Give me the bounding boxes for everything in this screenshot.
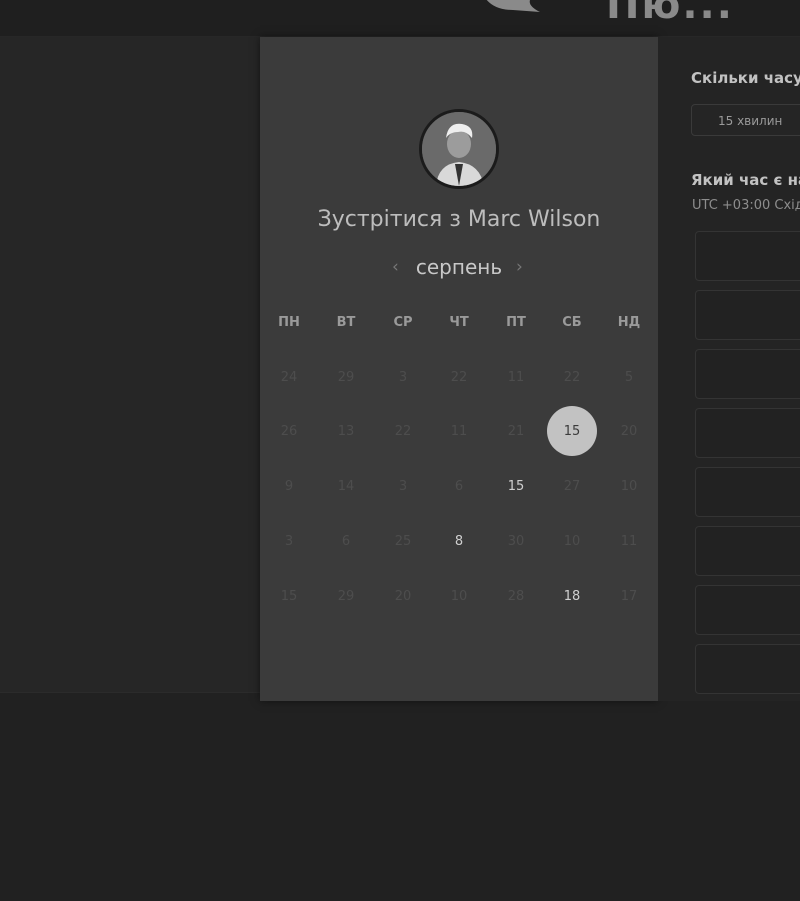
calendar-day: 11 [620,533,638,549]
calendar-day: 3 [398,478,408,494]
time-slot[interactable] [695,349,800,399]
calendar-day: 10 [450,588,468,604]
calendar-day: 3 [284,533,294,549]
footer-area [0,692,800,901]
calendar-day: 27 [563,478,581,494]
left-empty-area [0,37,260,692]
chevron-left-icon[interactable]: ‹ [392,257,399,277]
calendar-day: 14 [337,478,355,494]
calendar-day: 11 [450,423,468,439]
calendar-day: 22 [563,369,581,385]
calendar-day: 17 [620,588,638,604]
calendar-day: 6 [341,533,351,549]
duration-select[interactable]: 15 хвилин [691,104,800,136]
time-slot[interactable] [695,526,800,576]
calendar-day: 6 [454,478,464,494]
top-bar: Пю... [0,0,800,37]
time-slot[interactable] [695,585,800,635]
weekday-label: ВТ [336,315,356,330]
calendar-day: 29 [337,369,355,385]
weekday-label: СР [393,315,413,330]
time-slot[interactable] [695,644,800,694]
chevron-right-icon[interactable]: › [516,257,523,277]
calendar-day: 15 [280,588,298,604]
calendar-day: 30 [507,533,525,549]
calendar-day: 26 [280,423,298,439]
weekday-label: ПН [278,315,300,330]
time-label: Який час є на [691,171,800,189]
calendar-day[interactable]: 8 [434,516,484,566]
duration-label: Скільки часу п [691,69,800,87]
person-avatar-icon [419,109,499,189]
meeting-title: Зустрітися з Marc Wilson [317,207,601,232]
month-label: серпень [415,255,503,279]
avatar-image [422,112,496,186]
weekday-label: СБ [562,315,582,330]
calendar-day-selected[interactable]: 15 [547,406,597,456]
calendar-day: 20 [394,588,412,604]
calendar-day: 22 [450,369,468,385]
booking-card: Зустрітися з Marc Wilson серпень ‹ › ПН … [260,37,658,701]
calendar-day[interactable]: 18 [547,571,597,621]
calendar-day[interactable]: 15 [491,461,541,511]
calendar-day: 5 [624,369,634,385]
calendar-day: 11 [507,369,525,385]
calendar-day: 29 [337,588,355,604]
calendar-day: 25 [394,533,412,549]
calendar-day: 10 [620,478,638,494]
month-navigation: серпень ‹ › [260,255,658,285]
weekday-label: ПТ [506,315,526,330]
time-slot[interactable] [695,231,800,281]
calendar-day: 9 [284,478,294,494]
time-slot[interactable] [695,290,800,340]
right-panel: Скільки часу п 15 хвилин Який час є на U… [658,37,800,701]
calendar-day: 21 [507,423,525,439]
timezone-selector[interactable]: UTC +03:00 Схід [692,198,800,213]
time-slot[interactable] [695,408,800,458]
logo-text[interactable]: Пю... [606,0,734,28]
time-slot[interactable] [695,467,800,517]
calendar-day: 28 [507,588,525,604]
calendar-day: 24 [280,369,298,385]
calendar-day: 3 [398,369,408,385]
speech-bubble-logo-icon[interactable] [468,0,548,20]
calendar-day: 10 [563,533,581,549]
weekday-label: НД [617,315,641,330]
calendar-day: 20 [620,423,638,439]
calendar-day: 13 [337,423,355,439]
calendar-day: 22 [394,423,412,439]
weekday-label: ЧТ [449,315,469,330]
